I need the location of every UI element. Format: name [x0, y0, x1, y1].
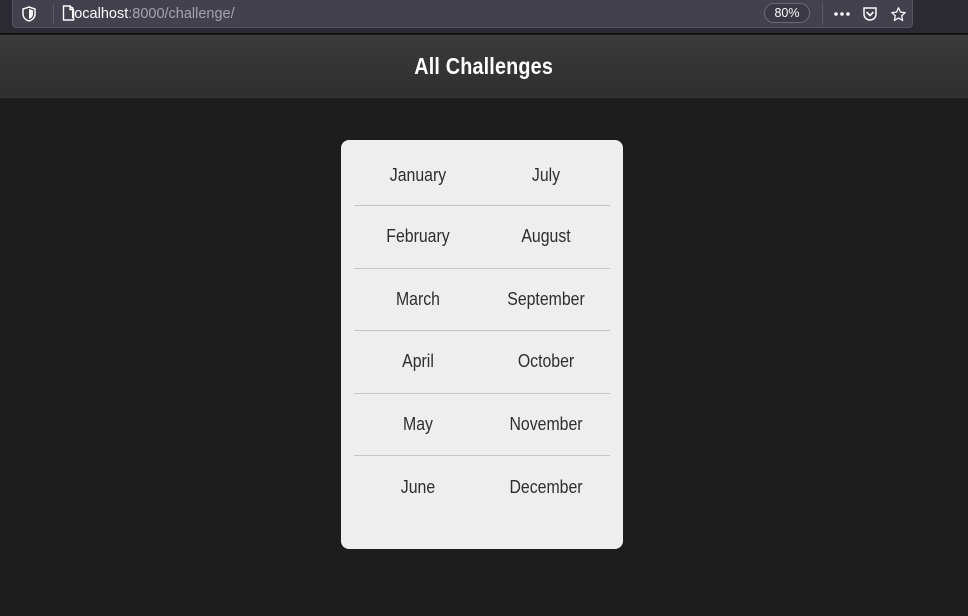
month-row: March September	[354, 269, 610, 331]
month-link-february[interactable]: February	[362, 226, 475, 247]
month-link-october[interactable]: October	[490, 351, 603, 372]
bookmark-star-icon[interactable]	[887, 3, 909, 25]
page-header: All Challenges	[0, 35, 968, 98]
month-link-august[interactable]: August	[490, 226, 603, 247]
browser-toolbar: localhost:8000/challenge/ 80%	[0, 0, 968, 34]
more-actions-icon[interactable]	[831, 3, 853, 25]
month-row: February August	[354, 206, 610, 269]
month-row: January July	[354, 145, 610, 206]
month-link-january[interactable]: January	[362, 165, 475, 186]
month-row: June December	[354, 456, 610, 519]
month-row: May November	[354, 394, 610, 456]
tracking-shield-icon[interactable]	[22, 6, 36, 22]
url-host: localhost	[71, 6, 129, 22]
zoom-level-button[interactable]: 80%	[764, 3, 810, 23]
month-link-september[interactable]: September	[490, 289, 603, 310]
month-list: January July February August March Septe…	[354, 140, 610, 519]
pocket-icon[interactable]	[859, 3, 881, 25]
month-link-november[interactable]: November	[490, 414, 603, 435]
month-link-july[interactable]: July	[490, 165, 603, 186]
address-bar[interactable]: localhost:8000/challenge/ 80%	[12, 0, 913, 28]
months-card: January July February August March Septe…	[341, 140, 623, 549]
month-link-december[interactable]: December	[490, 477, 603, 498]
month-link-may[interactable]: May	[362, 414, 475, 435]
month-link-march[interactable]: March	[362, 289, 475, 310]
url-path: :8000/challenge/	[128, 6, 235, 22]
toolbar-separator	[822, 3, 823, 25]
url-text[interactable]: localhost:8000/challenge/	[71, 5, 235, 23]
month-row: April October	[354, 331, 610, 394]
month-link-june[interactable]: June	[362, 477, 475, 498]
address-separator	[53, 4, 54, 24]
month-link-april[interactable]: April	[362, 351, 475, 372]
page-title: All Challenges	[414, 52, 554, 79]
